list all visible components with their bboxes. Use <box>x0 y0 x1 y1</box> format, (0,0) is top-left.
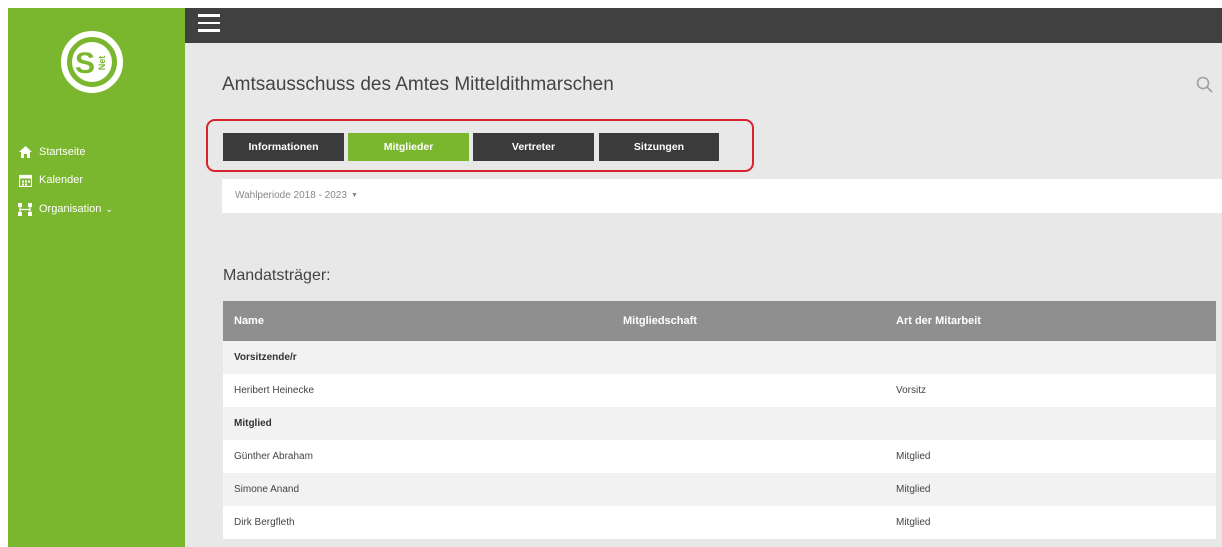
page-title: Amtsausschuss des Amtes Mitteldithmarsch… <box>222 74 614 95</box>
sidebar-item-organisation[interactable]: Organisation ⌄ <box>18 199 113 219</box>
sidebar: S Net Startseite Kalender Organisation ⌄ <box>8 8 185 547</box>
column-header-mitgliedschaft[interactable]: Mitgliedschaft <box>623 315 697 327</box>
table-group-row: Mitglied <box>223 407 1216 440</box>
sidebar-item-label: Organisation <box>39 203 102 215</box>
member-role: Mitglied <box>896 484 931 495</box>
main-content: Amtsausschuss des Amtes Mitteldithmarsch… <box>185 43 1222 547</box>
menu-icon[interactable] <box>198 14 220 34</box>
sidebar-item-startseite[interactable]: Startseite <box>18 142 85 162</box>
period-dropdown[interactable]: Wahlperiode 2018 - 2023 ▼ <box>235 190 358 201</box>
section-heading: Mandatsträger: <box>223 267 331 284</box>
tab-vertreter[interactable]: Vertreter <box>473 133 594 161</box>
svg-text:Net: Net <box>97 56 107 71</box>
caret-down-icon: ▼ <box>350 192 358 199</box>
column-header-name[interactable]: Name <box>234 315 264 327</box>
member-role: Mitglied <box>896 517 931 528</box>
sidebar-item-kalender[interactable]: Kalender <box>18 170 83 190</box>
tab-informationen[interactable]: Informationen <box>223 133 344 161</box>
table-row[interactable]: Günther Abraham Mitglied <box>223 440 1216 473</box>
period-bar: Wahlperiode 2018 - 2023 ▼ <box>222 179 1222 213</box>
table-header: Name Mitgliedschaft Art der Mitarbeit <box>223 301 1216 341</box>
sidebar-item-label: Startseite <box>39 146 86 158</box>
member-name[interactable]: Heribert Heinecke <box>234 385 314 396</box>
svg-text:S: S <box>75 47 95 80</box>
search-icon[interactable] <box>1195 75 1215 95</box>
period-label: Wahlperiode 2018 - 2023 <box>235 190 347 201</box>
snet-logo[interactable]: S Net <box>60 30 124 94</box>
tab-mitglieder[interactable]: Mitglieder <box>348 133 469 161</box>
calendar-icon <box>18 173 32 187</box>
app-window: S Net Startseite Kalender Organisation ⌄ <box>0 0 1222 547</box>
member-name[interactable]: Günther Abraham <box>234 451 313 462</box>
table-row[interactable]: Heribert Heinecke Vorsitz <box>223 374 1216 407</box>
home-icon <box>18 145 32 159</box>
organisation-icon <box>18 202 32 216</box>
group-label: Mitglied <box>234 418 272 429</box>
member-name[interactable]: Simone Anand <box>234 484 299 495</box>
column-header-art-der-mitarbeit[interactable]: Art der Mitarbeit <box>896 315 981 327</box>
member-name[interactable]: Dirk Bergfleth <box>234 517 295 528</box>
top-bar <box>185 8 1222 43</box>
member-role: Mitglied <box>896 451 931 462</box>
members-table: Name Mitgliedschaft Art der Mitarbeit Vo… <box>223 301 1216 539</box>
member-role: Vorsitz <box>896 385 927 396</box>
table-row[interactable]: Simone Anand Mitglied <box>223 473 1216 506</box>
tab-sitzungen[interactable]: Sitzungen <box>599 133 719 161</box>
chevron-down-icon: ⌄ <box>105 203 113 214</box>
table-row[interactable]: Dirk Bergfleth Mitglied <box>223 506 1216 539</box>
sidebar-item-label: Kalender <box>39 174 84 186</box>
group-label: Vorsitzende/r <box>234 352 297 363</box>
table-group-row: Vorsitzende/r <box>223 341 1216 374</box>
